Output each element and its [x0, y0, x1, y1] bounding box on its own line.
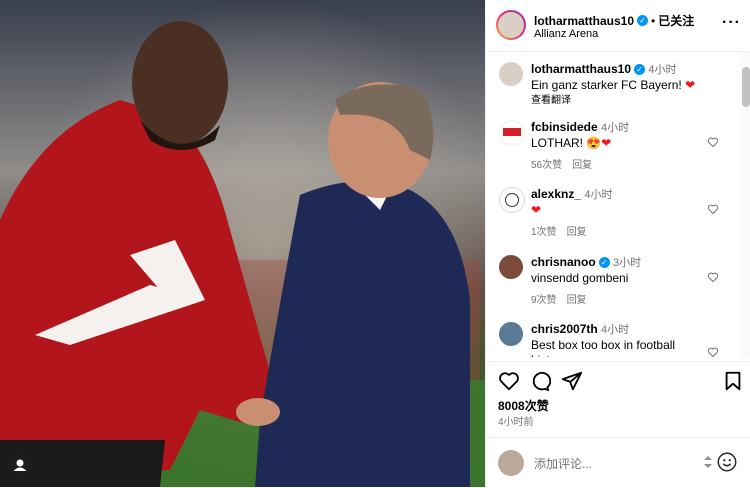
scrollbar-thumb[interactable] — [742, 67, 750, 107]
see-translation-link[interactable]: 查看翻译 — [531, 93, 721, 108]
expand-input-icon[interactable] — [702, 454, 714, 470]
comment-text: Ein ganz starker FC Bayern! — [531, 78, 682, 92]
header-separator: • — [651, 14, 656, 28]
comment-time: 4小时 — [648, 64, 677, 76]
tagged-user-icon[interactable] — [8, 453, 32, 477]
comment-time: 3小时 — [613, 257, 642, 269]
post-side-panel: lotharmatthaus10 ✓ • 已关注 Allianz Arena ··· … — [485, 0, 750, 487]
post-actions: 8008次赞 4小时前 — [486, 361, 750, 432]
commenter-avatar[interactable] — [499, 322, 523, 346]
comment-text-continued: history — [531, 353, 721, 357]
following-button[interactable]: 已关注 — [658, 14, 694, 28]
reply-button[interactable]: 回复 — [567, 295, 587, 306]
emoji: 😍❤ — [586, 136, 612, 150]
comment-icon[interactable] — [529, 370, 551, 392]
save-bookmark-icon[interactable] — [722, 370, 744, 392]
comment-text: Best box too box in football — [531, 338, 676, 352]
commenter-username[interactable]: chrisnanoo — [531, 255, 596, 269]
heart-emoji: ❤ — [685, 78, 696, 92]
add-comment-bar: 添加评论... — [486, 437, 750, 488]
comments-scrollbar[interactable] — [741, 52, 750, 357]
likes-count[interactable]: 8008次赞 — [498, 397, 549, 414]
more-options-icon[interactable]: ··· — [722, 14, 741, 32]
verified-badge-icon: ✓ — [637, 15, 649, 27]
comment-likes[interactable]: 1次赞 — [531, 227, 557, 238]
comment-time: 4小时 — [601, 324, 630, 336]
comment-time: 4小时 — [601, 122, 630, 134]
reply-button[interactable]: 回复 — [572, 160, 592, 171]
heart-emoji: ❤ — [531, 203, 542, 217]
post-time: 4小时前 — [498, 417, 534, 428]
share-send-icon[interactable] — [561, 370, 583, 392]
comment-text: LOTHAR! — [531, 136, 584, 150]
commenter-avatar[interactable] — [499, 62, 523, 86]
comments-list: lotharmatthaus10 ✓ 4小时 Ein ganz starker F… — [486, 52, 741, 357]
commenter-avatar[interactable] — [499, 187, 525, 213]
commenter-avatar[interactable] — [499, 120, 525, 146]
comment-time: 4小时 — [584, 189, 613, 201]
comment-likes[interactable]: 56次赞 — [531, 160, 562, 171]
post-header: lotharmatthaus10 ✓ • 已关注 Allianz Arena ··· — [486, 0, 750, 52]
add-comment-input[interactable]: 添加评论... — [534, 455, 592, 472]
comment-likes[interactable]: 9次赞 — [531, 295, 557, 306]
like-comment-heart-icon[interactable] — [707, 136, 719, 148]
verified-badge-icon: ✓ — [598, 257, 610, 269]
post-image — [0, 0, 485, 487]
post-location[interactable]: Allianz Arena — [534, 28, 598, 40]
author-username[interactable]: lotharmatthaus10 — [534, 14, 634, 28]
like-comment-heart-icon[interactable] — [707, 346, 719, 357]
author-avatar[interactable] — [496, 10, 526, 40]
comment-text: vinsendd gombeni — [531, 271, 629, 285]
like-comment-heart-icon[interactable] — [707, 271, 719, 283]
current-user-avatar[interactable] — [498, 450, 524, 476]
emoji-picker-icon[interactable] — [716, 451, 738, 473]
like-comment-heart-icon[interactable] — [707, 203, 719, 215]
commenter-username[interactable]: lotharmatthaus10 — [531, 62, 631, 76]
commenter-username[interactable]: chris2007th — [531, 322, 598, 336]
commenter-username[interactable]: fcbinsidede — [531, 120, 598, 134]
commenter-username[interactable]: alexknz_ — [531, 187, 581, 201]
like-heart-icon[interactable] — [498, 370, 520, 392]
reply-button[interactable]: 回复 — [567, 227, 587, 238]
commenter-avatar[interactable] — [499, 255, 523, 279]
post-photo[interactable] — [0, 0, 485, 487]
verified-badge-icon: ✓ — [634, 64, 646, 76]
